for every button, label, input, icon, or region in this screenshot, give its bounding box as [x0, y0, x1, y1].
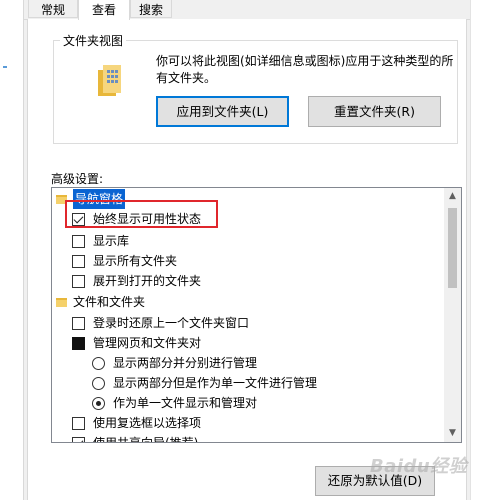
folder-views-group: 文件夹视图 你可以将此视图(如详细信息或图标)应用于这种类型的所有文件夹。 应用… — [53, 32, 458, 144]
tree-item-label: 使用共享向导(推荐) — [93, 436, 199, 443]
apply-to-folders-button[interactable]: 应用到文件夹(L) — [156, 96, 289, 127]
tree-item-label: 登录时还原上一个文件夹窗口 — [93, 316, 250, 330]
tree-item-label: 管理网页和文件夹对 — [93, 336, 202, 350]
tree-item-label: 使用复选框以选择项 — [93, 416, 202, 430]
tab-search[interactable]: 搜索 — [130, 0, 172, 18]
tree-scrollbar[interactable]: ▲ ▼ — [444, 188, 461, 442]
checkbox-icon[interactable] — [72, 417, 85, 430]
checkbox-icon[interactable] — [72, 437, 85, 442]
checkbox-icon[interactable] — [72, 275, 85, 288]
indeterminate-icon — [72, 337, 85, 350]
tree-item-label: 显示所有文件夹 — [93, 254, 178, 268]
folder-views-description: 你可以将此视图(如详细信息或图标)应用于这种类型的所有文件夹。 — [156, 54, 454, 85]
background-window-right — [470, 0, 500, 500]
radio-icon[interactable] — [92, 377, 105, 390]
tree-item-label: 显示两部分并分别进行管理 — [113, 356, 258, 370]
background-marker — [3, 66, 7, 68]
advanced-settings-label: 高级设置: — [51, 172, 104, 186]
folder-options-dialog: 常规 查看 搜索 文件夹视图 你可以将此视图(如详细信息或图标)应用于这种类型的… — [24, 0, 470, 500]
tree-item-label: 文件和文件夹 — [73, 295, 146, 309]
background-window-left — [0, 0, 24, 500]
folder-icon — [56, 298, 67, 307]
tree-item-label: 作为单一文件显示和管理对 — [113, 396, 258, 410]
scroll-down-arrow-icon[interactable]: ▼ — [444, 425, 461, 442]
radio-icon[interactable] — [92, 357, 105, 370]
radio-icon[interactable] — [92, 397, 105, 410]
tree-item-label: 显示库 — [93, 234, 130, 248]
folder-views-title: 文件夹视图 — [60, 32, 127, 49]
checkbox-icon[interactable] — [72, 317, 85, 330]
folder-view-icon — [98, 65, 121, 96]
tab-bar: 常规 查看 搜索 — [24, 0, 470, 20]
tab-view[interactable]: 查看 — [78, 0, 130, 20]
scrollbar-thumb[interactable] — [448, 208, 457, 288]
tab-general[interactable]: 常规 — [28, 0, 78, 18]
annotation-highlight-box — [65, 200, 218, 228]
checkbox-icon[interactable] — [72, 255, 85, 268]
reset-folders-button[interactable]: 重置文件夹(R) — [308, 96, 441, 127]
tree-item-label: 显示两部分但是作为单一文件进行管理 — [113, 376, 318, 390]
watermark: Baidu经验 — [370, 456, 468, 477]
scroll-up-arrow-icon[interactable]: ▲ — [444, 188, 461, 205]
checkbox-icon[interactable] — [72, 235, 85, 248]
tree-item-label: 展开到打开的文件夹 — [93, 274, 202, 288]
